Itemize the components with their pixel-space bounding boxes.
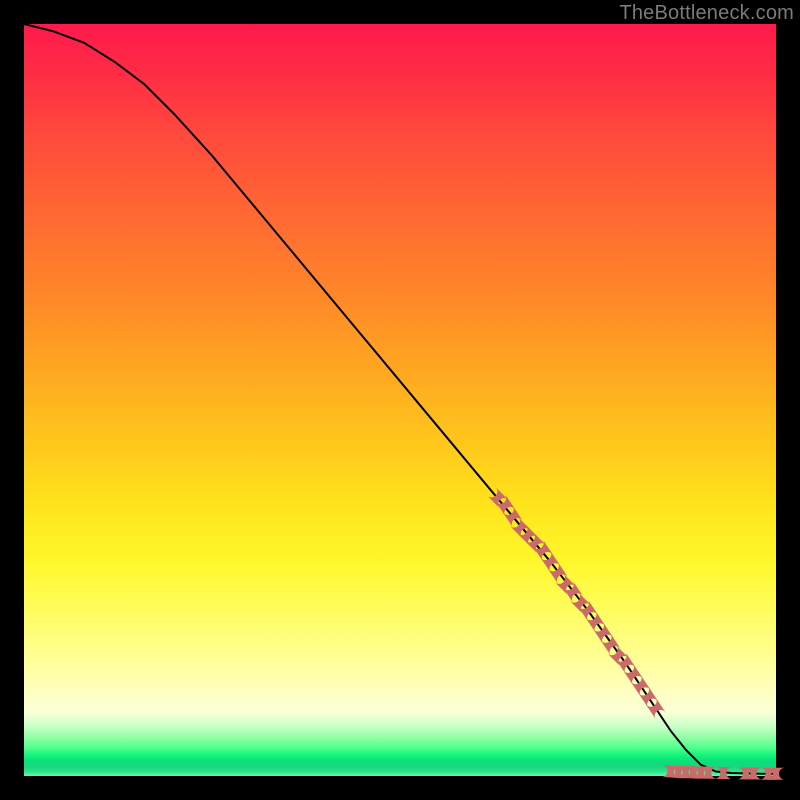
curve-marker: [623, 664, 643, 686]
curve-markers: [487, 487, 785, 780]
chart-stage: TheBottleneck.com: [0, 0, 800, 800]
bottleneck-curve: [24, 24, 776, 774]
watermark-label: TheBottleneck.com: [619, 2, 794, 25]
plot-area: [24, 24, 776, 776]
chart-overlay: [24, 24, 776, 776]
curve-marker: [638, 686, 658, 708]
curve-marker: [631, 675, 651, 697]
curve-marker: [646, 698, 666, 720]
